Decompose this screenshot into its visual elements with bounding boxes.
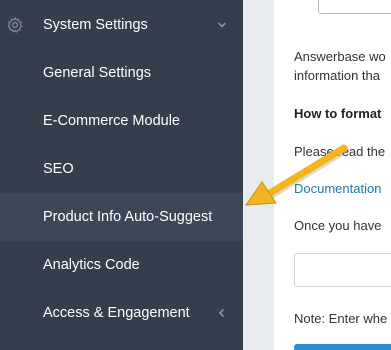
note-text: Note: Enter whe: [294, 311, 388, 326]
description-line-1: Answerbase wo: [294, 49, 386, 64]
sidebar: System Settings General Settings E-Comme…: [0, 0, 243, 350]
sidebar-item-label: Analytics Code: [43, 257, 140, 273]
chevron-left-icon: [218, 308, 225, 318]
settings-panel: Answerbase wo information tha How to for…: [274, 0, 391, 350]
code-input[interactable]: [294, 253, 391, 287]
section-heading: How to format: [294, 106, 382, 121]
sidebar-item-label: System Settings: [43, 17, 148, 33]
sidebar-item-general-settings[interactable]: General Settings: [0, 49, 243, 97]
sidebar-item-label: Access & Engagement: [43, 305, 190, 321]
sidebar-item-system-settings[interactable]: System Settings: [0, 1, 243, 49]
sidebar-item-product-info-auto-suggest[interactable]: Product Info Auto-Suggest: [0, 193, 243, 241]
sidebar-item-label: General Settings: [43, 65, 152, 81]
instruction-text: Please read the: [294, 144, 386, 159]
sidebar-item-label: Product Info Auto-Suggest: [43, 209, 213, 225]
submit-button[interactable]: [294, 344, 391, 350]
content-gutter: [243, 0, 274, 350]
text-field-top[interactable]: [318, 0, 391, 14]
description-line-2: information tha: [294, 68, 380, 83]
sidebar-item-seo[interactable]: SEO: [0, 145, 243, 193]
sidebar-item-ecommerce-module[interactable]: E-Commerce Module: [0, 97, 243, 145]
sidebar-item-analytics-code[interactable]: Analytics Code: [0, 241, 243, 289]
sidebar-item-label: SEO: [43, 161, 74, 177]
chevron-down-icon: [217, 22, 227, 28]
once-text: Once you have: [294, 218, 382, 233]
gear-icon: [7, 17, 23, 33]
sidebar-item-label: E-Commerce Module: [43, 113, 180, 129]
documentation-link[interactable]: Documentation: [294, 181, 381, 196]
sidebar-item-access-engagement[interactable]: Access & Engagement: [0, 289, 243, 337]
